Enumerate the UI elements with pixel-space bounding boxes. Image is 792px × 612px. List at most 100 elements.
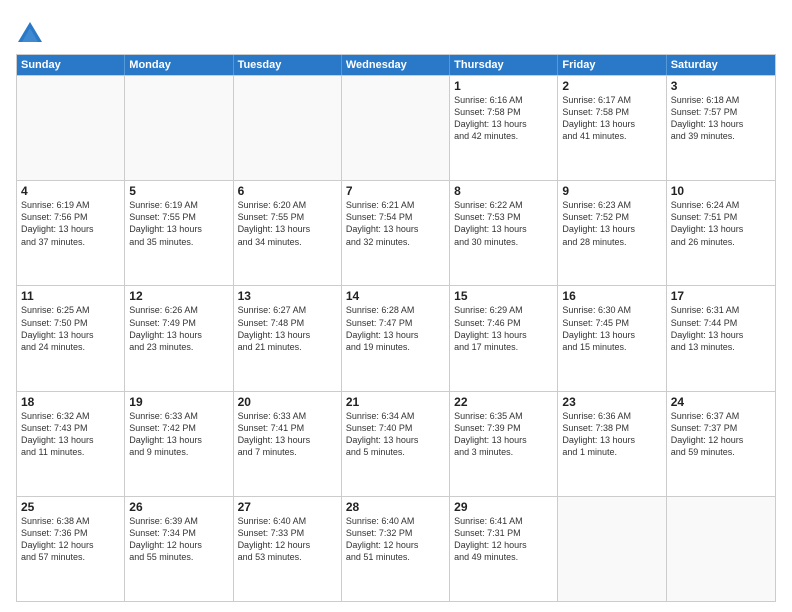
day-number: 27	[238, 500, 337, 514]
day-info: Sunrise: 6:19 AM Sunset: 7:55 PM Dayligh…	[129, 199, 228, 248]
day-number: 6	[238, 184, 337, 198]
day-27: 27Sunrise: 6:40 AM Sunset: 7:33 PM Dayli…	[234, 497, 342, 601]
day-number: 8	[454, 184, 553, 198]
day-info: Sunrise: 6:32 AM Sunset: 7:43 PM Dayligh…	[21, 410, 120, 459]
day-8: 8Sunrise: 6:22 AM Sunset: 7:53 PM Daylig…	[450, 181, 558, 285]
day-14: 14Sunrise: 6:28 AM Sunset: 7:47 PM Dayli…	[342, 286, 450, 390]
day-6: 6Sunrise: 6:20 AM Sunset: 7:55 PM Daylig…	[234, 181, 342, 285]
day-info: Sunrise: 6:20 AM Sunset: 7:55 PM Dayligh…	[238, 199, 337, 248]
day-number: 15	[454, 289, 553, 303]
week-3: 11Sunrise: 6:25 AM Sunset: 7:50 PM Dayli…	[17, 285, 775, 390]
day-4: 4Sunrise: 6:19 AM Sunset: 7:56 PM Daylig…	[17, 181, 125, 285]
empty-cell	[17, 76, 125, 180]
day-number: 20	[238, 395, 337, 409]
day-number: 23	[562, 395, 661, 409]
day-10: 10Sunrise: 6:24 AM Sunset: 7:51 PM Dayli…	[667, 181, 775, 285]
day-info: Sunrise: 6:38 AM Sunset: 7:36 PM Dayligh…	[21, 515, 120, 564]
calendar-body: 1Sunrise: 6:16 AM Sunset: 7:58 PM Daylig…	[17, 75, 775, 601]
day-info: Sunrise: 6:16 AM Sunset: 7:58 PM Dayligh…	[454, 94, 553, 143]
day-number: 14	[346, 289, 445, 303]
day-29: 29Sunrise: 6:41 AM Sunset: 7:31 PM Dayli…	[450, 497, 558, 601]
empty-cell	[558, 497, 666, 601]
day-number: 24	[671, 395, 771, 409]
day-info: Sunrise: 6:40 AM Sunset: 7:32 PM Dayligh…	[346, 515, 445, 564]
header	[16, 16, 776, 48]
day-5: 5Sunrise: 6:19 AM Sunset: 7:55 PM Daylig…	[125, 181, 233, 285]
day-info: Sunrise: 6:36 AM Sunset: 7:38 PM Dayligh…	[562, 410, 661, 459]
day-number: 26	[129, 500, 228, 514]
day-21: 21Sunrise: 6:34 AM Sunset: 7:40 PM Dayli…	[342, 392, 450, 496]
day-number: 12	[129, 289, 228, 303]
day-info: Sunrise: 6:33 AM Sunset: 7:41 PM Dayligh…	[238, 410, 337, 459]
day-22: 22Sunrise: 6:35 AM Sunset: 7:39 PM Dayli…	[450, 392, 558, 496]
day-28: 28Sunrise: 6:40 AM Sunset: 7:32 PM Dayli…	[342, 497, 450, 601]
empty-cell	[667, 497, 775, 601]
day-number: 5	[129, 184, 228, 198]
day-11: 11Sunrise: 6:25 AM Sunset: 7:50 PM Dayli…	[17, 286, 125, 390]
day-number: 1	[454, 79, 553, 93]
day-number: 25	[21, 500, 120, 514]
day-number: 19	[129, 395, 228, 409]
day-info: Sunrise: 6:40 AM Sunset: 7:33 PM Dayligh…	[238, 515, 337, 564]
day-number: 2	[562, 79, 661, 93]
day-info: Sunrise: 6:23 AM Sunset: 7:52 PM Dayligh…	[562, 199, 661, 248]
day-number: 9	[562, 184, 661, 198]
header-day-wednesday: Wednesday	[342, 55, 450, 75]
day-23: 23Sunrise: 6:36 AM Sunset: 7:38 PM Dayli…	[558, 392, 666, 496]
week-2: 4Sunrise: 6:19 AM Sunset: 7:56 PM Daylig…	[17, 180, 775, 285]
week-1: 1Sunrise: 6:16 AM Sunset: 7:58 PM Daylig…	[17, 75, 775, 180]
day-info: Sunrise: 6:41 AM Sunset: 7:31 PM Dayligh…	[454, 515, 553, 564]
day-info: Sunrise: 6:24 AM Sunset: 7:51 PM Dayligh…	[671, 199, 771, 248]
empty-cell	[125, 76, 233, 180]
logo	[16, 20, 48, 48]
day-number: 22	[454, 395, 553, 409]
day-info: Sunrise: 6:22 AM Sunset: 7:53 PM Dayligh…	[454, 199, 553, 248]
day-number: 17	[671, 289, 771, 303]
day-13: 13Sunrise: 6:27 AM Sunset: 7:48 PM Dayli…	[234, 286, 342, 390]
day-number: 13	[238, 289, 337, 303]
day-19: 19Sunrise: 6:33 AM Sunset: 7:42 PM Dayli…	[125, 392, 233, 496]
day-number: 21	[346, 395, 445, 409]
day-7: 7Sunrise: 6:21 AM Sunset: 7:54 PM Daylig…	[342, 181, 450, 285]
day-info: Sunrise: 6:18 AM Sunset: 7:57 PM Dayligh…	[671, 94, 771, 143]
day-12: 12Sunrise: 6:26 AM Sunset: 7:49 PM Dayli…	[125, 286, 233, 390]
header-day-thursday: Thursday	[450, 55, 558, 75]
day-number: 16	[562, 289, 661, 303]
day-info: Sunrise: 6:31 AM Sunset: 7:44 PM Dayligh…	[671, 304, 771, 353]
day-info: Sunrise: 6:25 AM Sunset: 7:50 PM Dayligh…	[21, 304, 120, 353]
day-25: 25Sunrise: 6:38 AM Sunset: 7:36 PM Dayli…	[17, 497, 125, 601]
day-20: 20Sunrise: 6:33 AM Sunset: 7:41 PM Dayli…	[234, 392, 342, 496]
day-3: 3Sunrise: 6:18 AM Sunset: 7:57 PM Daylig…	[667, 76, 775, 180]
day-info: Sunrise: 6:39 AM Sunset: 7:34 PM Dayligh…	[129, 515, 228, 564]
day-info: Sunrise: 6:26 AM Sunset: 7:49 PM Dayligh…	[129, 304, 228, 353]
day-info: Sunrise: 6:37 AM Sunset: 7:37 PM Dayligh…	[671, 410, 771, 459]
day-17: 17Sunrise: 6:31 AM Sunset: 7:44 PM Dayli…	[667, 286, 775, 390]
empty-cell	[234, 76, 342, 180]
day-number: 7	[346, 184, 445, 198]
day-16: 16Sunrise: 6:30 AM Sunset: 7:45 PM Dayli…	[558, 286, 666, 390]
day-18: 18Sunrise: 6:32 AM Sunset: 7:43 PM Dayli…	[17, 392, 125, 496]
day-9: 9Sunrise: 6:23 AM Sunset: 7:52 PM Daylig…	[558, 181, 666, 285]
header-day-sunday: Sunday	[17, 55, 125, 75]
day-26: 26Sunrise: 6:39 AM Sunset: 7:34 PM Dayli…	[125, 497, 233, 601]
day-15: 15Sunrise: 6:29 AM Sunset: 7:46 PM Dayli…	[450, 286, 558, 390]
calendar-header: SundayMondayTuesdayWednesdayThursdayFrid…	[17, 55, 775, 75]
day-info: Sunrise: 6:33 AM Sunset: 7:42 PM Dayligh…	[129, 410, 228, 459]
day-info: Sunrise: 6:34 AM Sunset: 7:40 PM Dayligh…	[346, 410, 445, 459]
day-info: Sunrise: 6:28 AM Sunset: 7:47 PM Dayligh…	[346, 304, 445, 353]
day-info: Sunrise: 6:17 AM Sunset: 7:58 PM Dayligh…	[562, 94, 661, 143]
day-info: Sunrise: 6:21 AM Sunset: 7:54 PM Dayligh…	[346, 199, 445, 248]
day-number: 28	[346, 500, 445, 514]
header-day-tuesday: Tuesday	[234, 55, 342, 75]
logo-icon	[16, 20, 44, 48]
day-number: 11	[21, 289, 120, 303]
header-day-friday: Friday	[558, 55, 666, 75]
empty-cell	[342, 76, 450, 180]
day-info: Sunrise: 6:27 AM Sunset: 7:48 PM Dayligh…	[238, 304, 337, 353]
header-day-monday: Monday	[125, 55, 233, 75]
header-day-saturday: Saturday	[667, 55, 775, 75]
day-1: 1Sunrise: 6:16 AM Sunset: 7:58 PM Daylig…	[450, 76, 558, 180]
day-info: Sunrise: 6:30 AM Sunset: 7:45 PM Dayligh…	[562, 304, 661, 353]
day-number: 4	[21, 184, 120, 198]
day-24: 24Sunrise: 6:37 AM Sunset: 7:37 PM Dayli…	[667, 392, 775, 496]
